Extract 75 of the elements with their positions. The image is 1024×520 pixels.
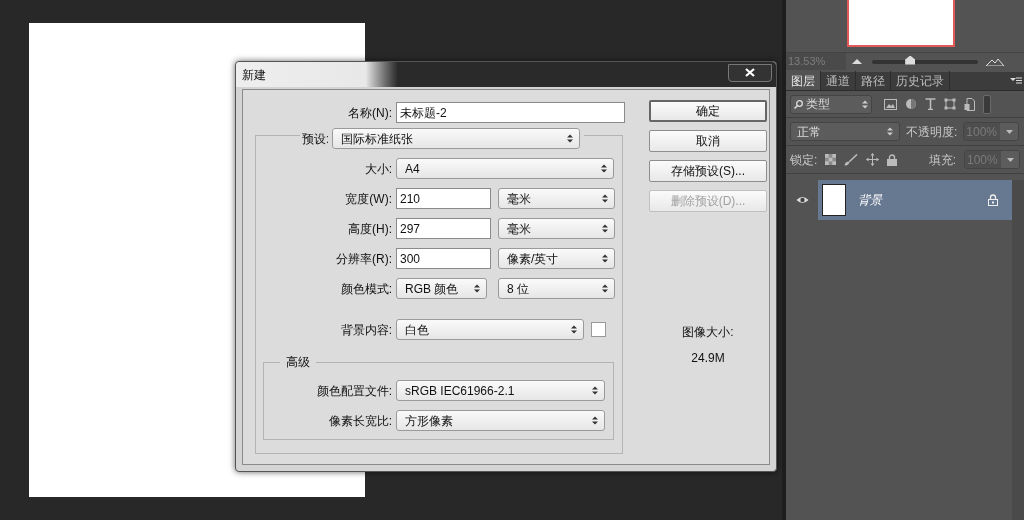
- layer-item[interactable]: 背景: [818, 180, 1012, 220]
- field-label: 颜色模式:: [339, 280, 393, 298]
- select-field[interactable]: RGB 颜色: [396, 278, 487, 299]
- image-icon[interactable]: [884, 98, 897, 110]
- filter-select[interactable]: 类型: [790, 94, 872, 114]
- field-label: 锁定:: [790, 151, 818, 169]
- select-arrows-icon: [592, 416, 598, 425]
- dialog-button[interactable]: 取消: [649, 130, 767, 152]
- blend-mode-select[interactable]: 正常: [790, 122, 900, 141]
- eye-icon[interactable]: [795, 196, 809, 204]
- layer-thumbnail: [822, 184, 846, 216]
- shape-icon[interactable]: [944, 98, 956, 110]
- zoom-slider[interactable]: [872, 59, 978, 64]
- search-icon: [794, 99, 803, 109]
- panel-tab[interactable]: 通道: [821, 71, 856, 90]
- document-icon[interactable]: [964, 97, 975, 111]
- select-arrows-icon: [602, 254, 608, 263]
- layer-name: 背景: [858, 192, 884, 209]
- select-field[interactable]: sRGB IEC61966-2.1: [396, 380, 605, 401]
- select-arrows-icon: [602, 194, 608, 203]
- field-label: 宽度(W):: [344, 190, 393, 208]
- select-arrows-icon: [887, 127, 893, 136]
- select-arrows-icon: [602, 284, 608, 293]
- checkerboard-icon[interactable]: [825, 154, 837, 165]
- color-swatch[interactable]: [591, 322, 606, 337]
- select-arrows-icon: [474, 284, 480, 293]
- input-field[interactable]: 未标题-2: [396, 102, 625, 123]
- brush-icon[interactable]: [844, 153, 859, 166]
- input-field[interactable]: 300: [396, 248, 491, 269]
- text-icon[interactable]: [925, 98, 936, 110]
- select-field[interactable]: A4: [396, 158, 614, 179]
- field-label: 像素长宽比:: [327, 412, 393, 430]
- dialog-button[interactable]: 确定: [649, 100, 767, 122]
- select-arrows-icon: [567, 134, 574, 143]
- select-field[interactable]: 白色: [396, 319, 584, 340]
- select-field[interactable]: 毫米: [498, 218, 615, 239]
- move-icon[interactable]: [866, 153, 880, 166]
- input-field[interactable]: 210: [396, 188, 491, 209]
- lock-icon[interactable]: [887, 153, 898, 166]
- menu-icon[interactable]: [1010, 77, 1022, 84]
- zoom-out-icon[interactable]: [852, 59, 862, 64]
- select-arrows-icon: [592, 386, 598, 395]
- field-label: 填充:: [928, 151, 956, 169]
- image-size-label: 图像大小:: [682, 324, 734, 341]
- field-label: 高度(H):: [347, 220, 393, 238]
- lock-icon: [988, 194, 998, 206]
- section-title: 高级: [280, 355, 316, 369]
- select-arrows-icon: [602, 224, 608, 233]
- select-field[interactable]: 方形像素: [396, 410, 605, 431]
- panel-tab[interactable]: 图层: [786, 71, 821, 90]
- close-button[interactable]: [728, 63, 772, 82]
- image-size-value: 24.9M: [691, 350, 725, 367]
- select-arrows-icon: [601, 164, 607, 173]
- select-field[interactable]: 8 位: [498, 278, 615, 299]
- slider-thumb[interactable]: [905, 55, 916, 65]
- field-label: 背景内容:: [339, 321, 393, 339]
- input-field[interactable]: 297: [396, 218, 491, 239]
- window-title: 新建: [242, 66, 266, 84]
- panel-tab[interactable]: 路径: [856, 71, 891, 90]
- panel-tab[interactable]: 历史记录: [891, 71, 950, 90]
- field-label: 大小:: [363, 160, 393, 178]
- field-label: 颜色配置文件:: [315, 382, 393, 400]
- filter-toggle[interactable]: [983, 94, 991, 114]
- select-arrows-icon: [571, 325, 577, 334]
- field-label: 分辨率(R):: [335, 250, 393, 268]
- dialog-button[interactable]: 存储预设(S)...: [649, 160, 767, 182]
- circle-icon[interactable]: [905, 98, 917, 110]
- select-field[interactable]: 毫米: [498, 188, 615, 209]
- zoom-in-icon[interactable]: [986, 57, 1004, 66]
- select-arrows-icon: [862, 99, 868, 109]
- select-field[interactable]: 像素/英寸: [498, 248, 615, 269]
- scrollbar[interactable]: [1012, 180, 1024, 520]
- field-label: 不透明度:: [906, 123, 958, 141]
- close-icon: [745, 68, 755, 77]
- field-label: 名称(N):: [347, 104, 393, 122]
